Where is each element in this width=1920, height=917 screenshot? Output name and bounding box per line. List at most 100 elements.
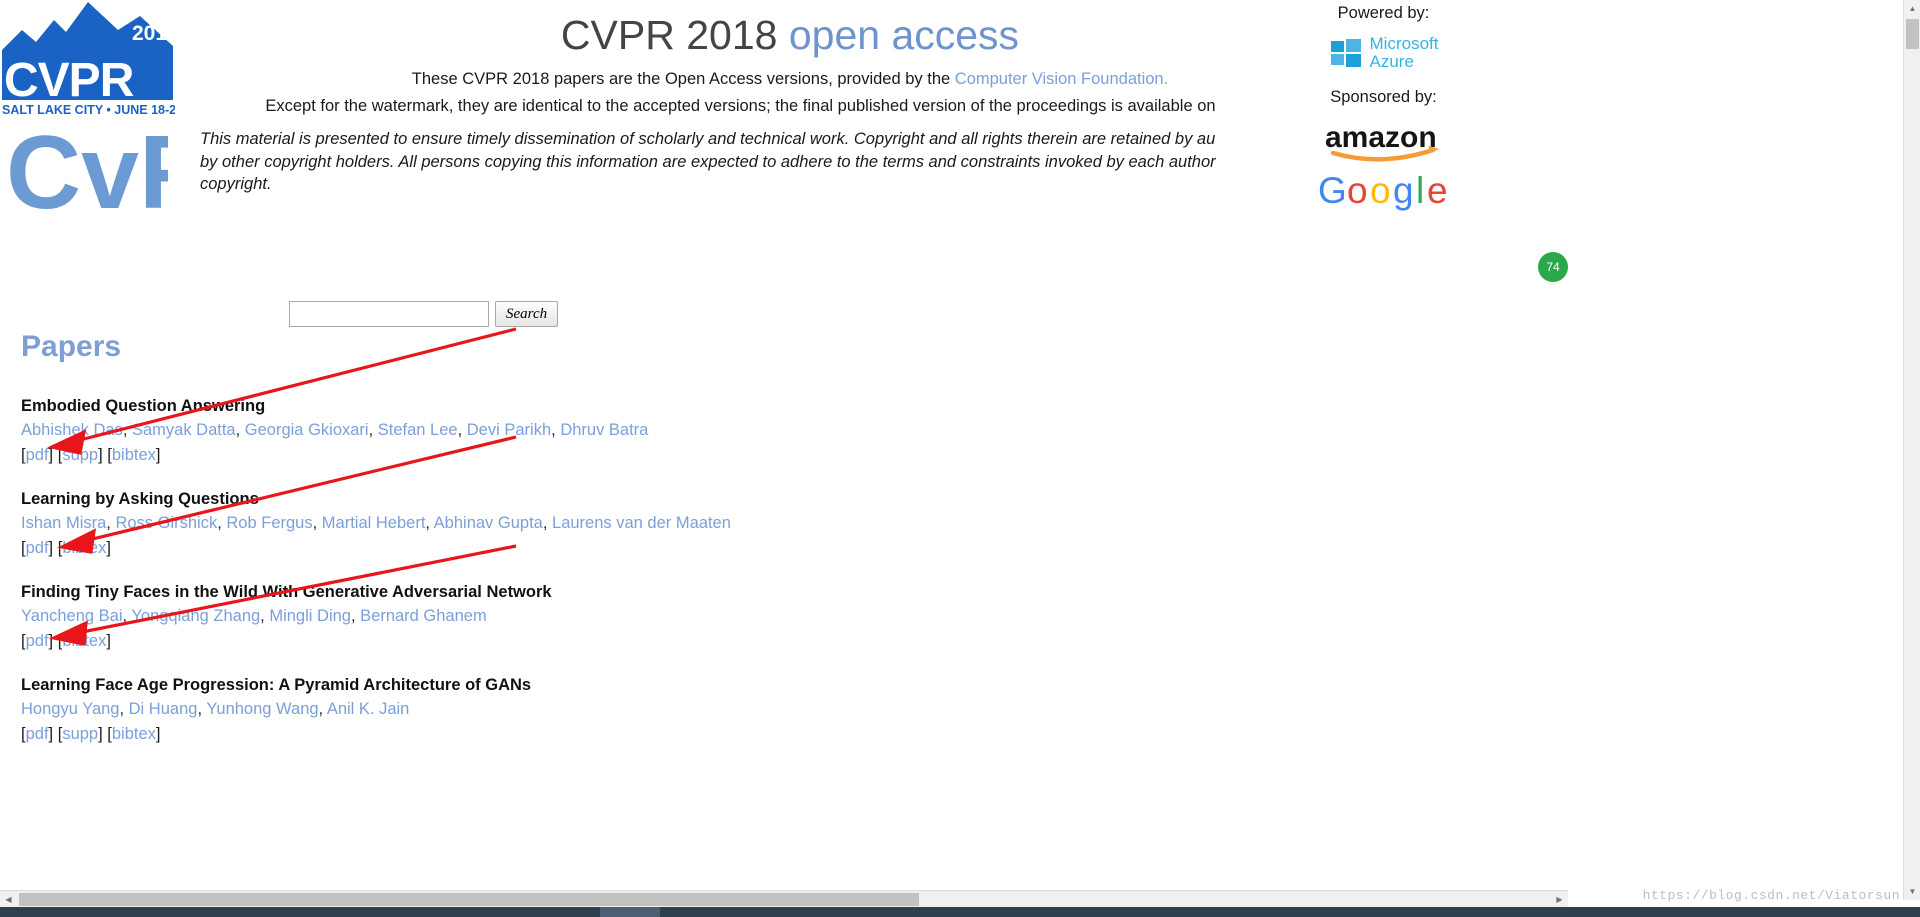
paper-entry: Finding Tiny Faces in the Wild With Gene… xyxy=(21,581,1351,652)
vertical-scroll-thumb[interactable] xyxy=(1906,19,1919,49)
author-link[interactable]: Samyak Datta xyxy=(132,421,236,439)
page-title: CVPR 2018 open access xyxy=(200,8,1380,62)
cvf-logo: CvF xyxy=(8,120,168,220)
paper-link-bibtex[interactable]: bibtex xyxy=(112,446,156,464)
paper-link-bibtex[interactable]: bibtex xyxy=(112,725,156,743)
paper-link-pdf[interactable]: pdf xyxy=(26,632,49,650)
paper-link-supp[interactable]: supp xyxy=(62,725,98,743)
author-link[interactable]: Devi Parikh xyxy=(467,421,551,439)
amazon-logo[interactable]: amazon xyxy=(1216,119,1551,168)
horizontal-scroll-thumb[interactable] xyxy=(19,893,919,906)
svg-text:l: l xyxy=(1416,170,1424,211)
page-watermark: https://blog.csdn.net/Viatorsun xyxy=(1642,888,1900,903)
paper-links: [pdf] [supp] [bibtex] xyxy=(21,725,161,743)
author-separator: , xyxy=(542,514,553,532)
svg-text:G: G xyxy=(1318,170,1347,211)
paper-authors: Yancheng Bai, Yongqiang Zhang, Mingli Di… xyxy=(21,605,1351,628)
amazon-logo-svg: amazon xyxy=(1325,121,1439,162)
author-link[interactable]: Anil K. Jain xyxy=(327,700,410,718)
search-button[interactable]: Search xyxy=(495,301,559,327)
paper-link-supp[interactable]: supp xyxy=(62,446,98,464)
author-link[interactable]: Laurens van der Maaten xyxy=(552,514,731,532)
svg-text:g: g xyxy=(1393,170,1414,211)
scroll-down-icon[interactable]: ▼ xyxy=(1904,883,1920,900)
google-logo-svg: G o o g l e xyxy=(1318,170,1448,211)
author-link[interactable]: Ishan Misra xyxy=(21,514,106,532)
browser-page: 2018 CVPR SALT LAKE CITY • JUNE 18-22 Cv… xyxy=(0,0,1920,917)
paper-links: [pdf] [supp] [bibtex] xyxy=(21,446,161,464)
author-link[interactable]: Mingli Ding xyxy=(269,607,351,625)
author-link[interactable]: Yongqiang Zhang xyxy=(131,607,260,625)
paper-link-pdf[interactable]: pdf xyxy=(26,725,49,743)
papers-heading: Papers xyxy=(21,330,122,363)
title-main: CVPR 2018 xyxy=(560,12,778,58)
azure-line-2: Azure xyxy=(1369,52,1414,71)
cvpr-logo: 2018 CVPR SALT LAKE CITY • JUNE 18-22 xyxy=(2,2,175,117)
author-link[interactable]: Bernard Ghanem xyxy=(360,607,487,625)
cvf-logo-text: CvF xyxy=(8,120,168,220)
svg-text:o: o xyxy=(1347,170,1368,211)
author-link[interactable]: Yancheng Bai xyxy=(21,607,123,625)
author-link[interactable]: Abhinav Gupta xyxy=(434,514,543,532)
paper-link-pdf[interactable]: pdf xyxy=(26,539,49,557)
taskbar-item[interactable] xyxy=(600,907,660,917)
scroll-up-icon[interactable]: ▲ xyxy=(1904,0,1920,17)
paper-links: [pdf] [bibtex] xyxy=(21,632,111,650)
scroll-right-icon[interactable]: ▶ xyxy=(1551,891,1568,908)
logo-year: 2018 xyxy=(132,22,175,45)
paper-link-pdf[interactable]: pdf xyxy=(26,446,49,464)
author-link[interactable]: Dhruv Batra xyxy=(560,421,648,439)
sponsored-by-label: Sponsored by: xyxy=(1330,88,1437,106)
author-separator: , xyxy=(425,514,434,532)
author-link[interactable]: Georgia Gkioxari xyxy=(245,421,369,439)
paper-title: Embodied Question Answering xyxy=(21,397,266,415)
intro-text-pre: These CVPR 2018 papers are the Open Acce… xyxy=(411,70,955,88)
intro-line-2: Except for the watermark, they are ident… xyxy=(265,97,1315,115)
page-header: CVPR 2018 open access These CVPR 2018 pa… xyxy=(200,8,1380,196)
paper-links: [pdf] [bibtex] xyxy=(21,539,111,557)
powered-by-label: Powered by: xyxy=(1337,4,1430,22)
microsoft-azure-logo[interactable]: Microsoft Azure xyxy=(1216,35,1551,71)
author-separator: , xyxy=(312,514,322,532)
author-separator: , xyxy=(318,700,327,718)
microsoft-windows-icon xyxy=(1330,39,1361,67)
azure-line-1: Microsoft xyxy=(1369,34,1439,53)
author-separator: , xyxy=(197,700,207,718)
author-link[interactable]: Martial Hebert xyxy=(322,514,426,532)
scroll-left-icon[interactable]: ◀ xyxy=(0,891,17,908)
author-separator: , xyxy=(368,421,378,439)
author-separator: , xyxy=(217,514,227,532)
papers-list: Embodied Question Answering Abhishek Das,… xyxy=(21,395,1351,767)
google-logo[interactable]: G o o g l e xyxy=(1216,170,1551,217)
paper-authors: Ishan Misra, Ross Girshick, Rob Fergus, … xyxy=(21,512,1351,535)
paper-link-bibtex[interactable]: bibtex xyxy=(62,539,106,557)
author-link[interactable]: Yunhong Wang xyxy=(206,700,318,718)
floating-counter-badge[interactable]: 74 xyxy=(1538,252,1568,282)
logo-tagline: SALT LAKE CITY • JUNE 18-22 xyxy=(2,103,175,117)
paper-entry: Embodied Question Answering Abhishek Das,… xyxy=(21,395,1351,466)
author-link[interactable]: Di Huang xyxy=(129,700,198,718)
search-form: Search xyxy=(289,301,559,327)
cvf-link[interactable]: Computer Vision Foundation. xyxy=(955,70,1168,88)
svg-text:o: o xyxy=(1370,170,1391,211)
author-separator: , xyxy=(551,421,561,439)
intro-paragraph: These CVPR 2018 papers are the Open Acce… xyxy=(200,68,1380,91)
search-input[interactable] xyxy=(289,301,489,327)
author-separator: , xyxy=(122,421,132,439)
paper-entry: Learning Face Age Progression: A Pyramid… xyxy=(21,674,1351,745)
author-link[interactable]: Abhishek Das xyxy=(21,421,123,439)
vertical-scrollbar[interactable]: ▲ ▼ xyxy=(1903,0,1920,900)
author-link[interactable]: Rob Fergus xyxy=(226,514,312,532)
author-separator: , xyxy=(235,421,245,439)
disclaimer-paragraph: This material is presented to ensure tim… xyxy=(200,130,1272,193)
logo-column: 2018 CVPR SALT LAKE CITY • JUNE 18-22 Cv… xyxy=(0,0,185,220)
author-link[interactable]: Stefan Lee xyxy=(378,421,458,439)
author-link[interactable]: Ross Girshick xyxy=(115,514,217,532)
author-separator: , xyxy=(350,607,361,625)
paper-title: Learning by Asking Questions xyxy=(21,490,259,508)
paper-link-bibtex[interactable]: bibtex xyxy=(62,632,106,650)
svg-text:e: e xyxy=(1427,170,1448,211)
taskbar xyxy=(0,907,1920,917)
author-link[interactable]: Hongyu Yang xyxy=(21,700,119,718)
horizontal-scrollbar[interactable]: ◀ ▶ xyxy=(0,890,1568,907)
